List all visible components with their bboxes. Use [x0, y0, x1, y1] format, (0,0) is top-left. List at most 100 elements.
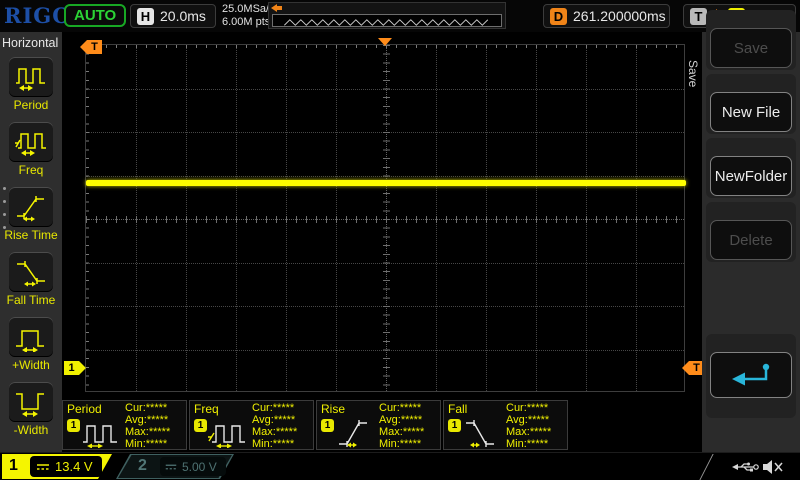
rise-time-button[interactable]: [9, 187, 53, 227]
memory-waveform-preview: [268, 2, 506, 29]
rise-time-icon: [334, 416, 376, 448]
fall-time-icon: [461, 416, 503, 448]
channel1-scale-box: 13.4 V: [30, 456, 102, 477]
channel1-trace: [86, 180, 686, 186]
flag-label: T: [87, 40, 102, 54]
softkey-new-file[interactable]: New File: [710, 92, 792, 132]
left-measure-menu: Horizontal Period Freq: [0, 32, 62, 452]
trigger-level-flag[interactable]: T: [682, 361, 704, 375]
channel2-scale-box: 5.00 V: [160, 457, 226, 476]
channel1-ground-flag[interactable]: 1: [64, 361, 86, 375]
period-button[interactable]: [9, 57, 53, 97]
usb-icon: [731, 460, 759, 474]
measurement-box-rise: Rise 1 Cur:***** Avg:***** Max:***** Min…: [316, 400, 441, 450]
measurement-name: Fall: [448, 402, 467, 416]
scroll-indicator-dot: [3, 187, 6, 190]
flag-arrow-icon: [682, 361, 689, 375]
trigger-status-badge: AUTO: [64, 4, 126, 27]
d-badge: D: [550, 8, 567, 25]
period-icon: [80, 416, 122, 448]
softkey-new-folder[interactable]: NewFolder: [710, 156, 792, 196]
speaker-muted-icon: [761, 458, 785, 476]
measurement-values: Cur:***** Avg:***** Max:***** Min:*****: [125, 402, 170, 450]
measurement-values: Cur:***** Avg:***** Max:***** Min:*****: [379, 402, 424, 450]
bottom-bar-divider: [699, 454, 713, 480]
bottom-status-bar: 1 13.4 V 2 5.00 V: [0, 452, 800, 480]
menu-item-fall-time: Fall Time: [0, 252, 62, 307]
menu-item-period: Period: [0, 57, 62, 112]
plus-width-button[interactable]: [9, 317, 53, 357]
plus-width-label: +Width: [0, 358, 62, 372]
measurement-values: Cur:***** Avg:***** Max:***** Min:*****: [506, 402, 551, 450]
acquisition-info: 25.0MSa/s 6.00M pts: [222, 3, 275, 29]
scroll-indicator-dot: [3, 226, 6, 229]
minus-width-label: -Width: [0, 423, 62, 437]
freq-icon: [207, 416, 249, 448]
timebase-value: 20.0ms: [160, 8, 206, 24]
flag-arrow-icon: [80, 40, 87, 54]
scroll-indicator-dot: [3, 213, 6, 216]
freq-label: Freq: [0, 163, 62, 177]
preview-waveform-icon: [273, 17, 501, 28]
dc-coupling-icon: [164, 462, 178, 472]
menu-item-rise-time: Rise Time: [0, 187, 62, 242]
measurement-name: Period: [67, 402, 102, 416]
rise-time-icon: [14, 192, 48, 222]
trigger-position-triangle-icon[interactable]: [378, 38, 392, 46]
softkey-delete[interactable]: Delete: [710, 220, 792, 260]
measurement-channel-badge: 1: [321, 419, 334, 432]
measurement-box-freq: Freq 1 Cur:***** Avg:***** Max:***** Min…: [189, 400, 314, 450]
channel1-status[interactable]: 1 13.4 V: [2, 454, 114, 479]
period-icon: [14, 62, 48, 92]
channel1-number: 1: [9, 457, 18, 475]
measurement-box-period: Period 1 Cur:***** Avg:***** Max:***** M…: [62, 400, 187, 450]
dc-coupling-icon: [35, 462, 51, 472]
menu-item-minus-width: -Width: [0, 382, 62, 437]
period-label: Period: [0, 98, 62, 112]
menu-tab-save: Save: [686, 60, 700, 87]
measurement-channel-badge: 1: [194, 419, 207, 432]
horizontal-scale-box: H 20.0ms: [130, 4, 216, 28]
delay-value: 261.200000ms: [573, 8, 666, 24]
fall-time-button[interactable]: [9, 252, 53, 292]
channel2-scale: 5.00 V: [182, 460, 217, 474]
channel2-status[interactable]: 2 5.00 V: [116, 454, 236, 479]
top-status-bar: RIGOL AUTO H 20.0ms 25.0MSa/s 6.00M pts …: [0, 0, 800, 32]
menu-item-freq: Freq: [0, 122, 62, 177]
trigger-position-flag[interactable]: T: [80, 40, 102, 54]
rise-time-label: Rise Time: [0, 228, 62, 242]
freq-icon: [14, 127, 48, 157]
preview-wave-window: [272, 14, 502, 27]
center-horizontal-ticks: [86, 216, 684, 223]
measurement-box-fall: Fall 1 Cur:***** Avg:***** Max:***** Min…: [443, 400, 568, 450]
sample-rate: 25.0MSa/s: [222, 3, 275, 16]
measurement-channel-badge: 1: [448, 419, 461, 432]
waveform-grid: [85, 44, 685, 392]
plus-width-icon: [14, 322, 48, 352]
delay-box: D 261.200000ms: [543, 4, 670, 28]
left-edge-ticks: [86, 45, 89, 391]
memory-position-marker-icon: [271, 4, 282, 12]
left-menu-title: Horizontal: [2, 36, 58, 50]
return-arrow-icon: [728, 361, 774, 389]
h-badge: H: [137, 8, 154, 25]
measurement-channel-badge: 1: [67, 419, 80, 432]
freq-button[interactable]: [9, 122, 53, 162]
back-button[interactable]: [710, 352, 792, 398]
measurement-name: Freq: [194, 402, 219, 416]
minus-width-button[interactable]: [9, 382, 53, 422]
memory-depth: 6.00M pts: [222, 16, 275, 29]
fall-time-label: Fall Time: [0, 293, 62, 307]
measurement-name: Rise: [321, 402, 345, 416]
channel2-number: 2: [138, 457, 147, 475]
fall-time-icon: [14, 257, 48, 287]
flag-label: 1: [64, 361, 79, 375]
t-badge: T: [690, 8, 707, 25]
channel1-scale: 13.4 V: [55, 459, 93, 474]
flag-arrow-icon: [79, 361, 86, 375]
minus-width-icon: [14, 387, 48, 417]
measurement-values: Cur:***** Avg:***** Max:***** Min:*****: [252, 402, 297, 450]
menu-item-plus-width: +Width: [0, 317, 62, 372]
scroll-indicator-dot: [3, 200, 6, 203]
softkey-save[interactable]: Save: [710, 28, 792, 68]
